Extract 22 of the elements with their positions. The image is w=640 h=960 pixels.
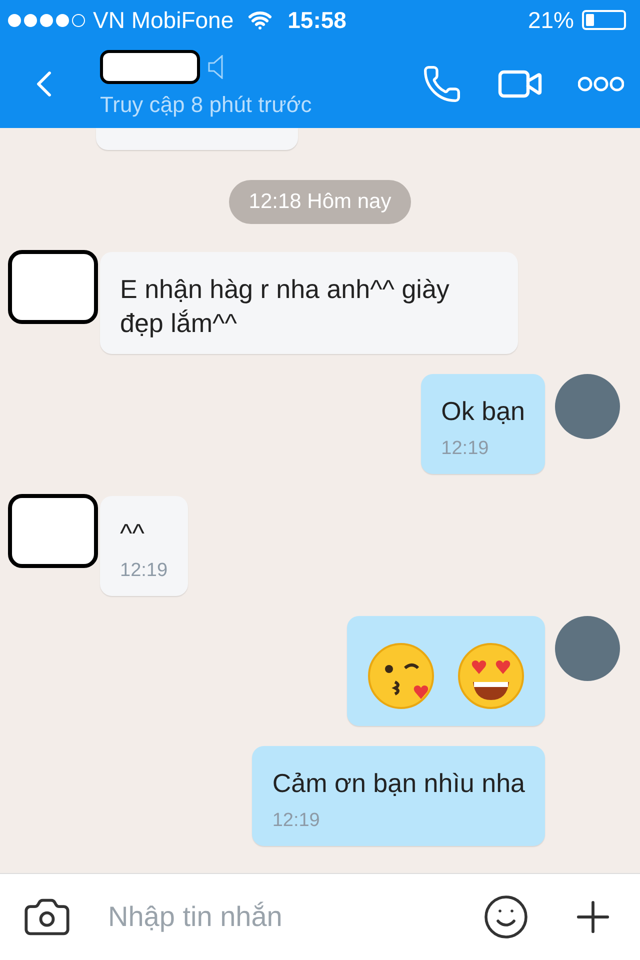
- emoji-button[interactable]: [482, 893, 530, 941]
- signal-strength-icon: [8, 14, 85, 26]
- message-time: 12:19: [272, 810, 321, 832]
- message-time: 12:19: [441, 438, 490, 460]
- heart-eyes-face-icon: [457, 642, 525, 710]
- more-button[interactable]: [578, 76, 624, 92]
- battery-percent: 21%: [528, 6, 574, 34]
- redacted-avatar[interactable]: [8, 250, 98, 324]
- last-seen-status: Truy cập 8 phút trước: [100, 92, 313, 118]
- redacted-avatar[interactable]: [8, 494, 98, 568]
- message-text: Cảm ơn bạn nhìu nha: [272, 767, 525, 800]
- carrier-name: VN MobiFone: [93, 6, 234, 34]
- battery-icon: [582, 10, 626, 30]
- kissing-face-icon: [367, 642, 435, 710]
- speaker-icon: [208, 55, 226, 79]
- message-text: ^^: [120, 517, 146, 550]
- date-separator: 12:18 Hôm nay: [228, 180, 412, 224]
- call-button[interactable]: [422, 64, 462, 104]
- message-text: E nhận hàg r nha anh^^ giày đẹp lắm^^: [120, 273, 450, 340]
- status-time: 15:58: [288, 6, 348, 34]
- message-time: 12:19: [120, 560, 168, 582]
- message-text: Ok bạn: [441, 395, 525, 428]
